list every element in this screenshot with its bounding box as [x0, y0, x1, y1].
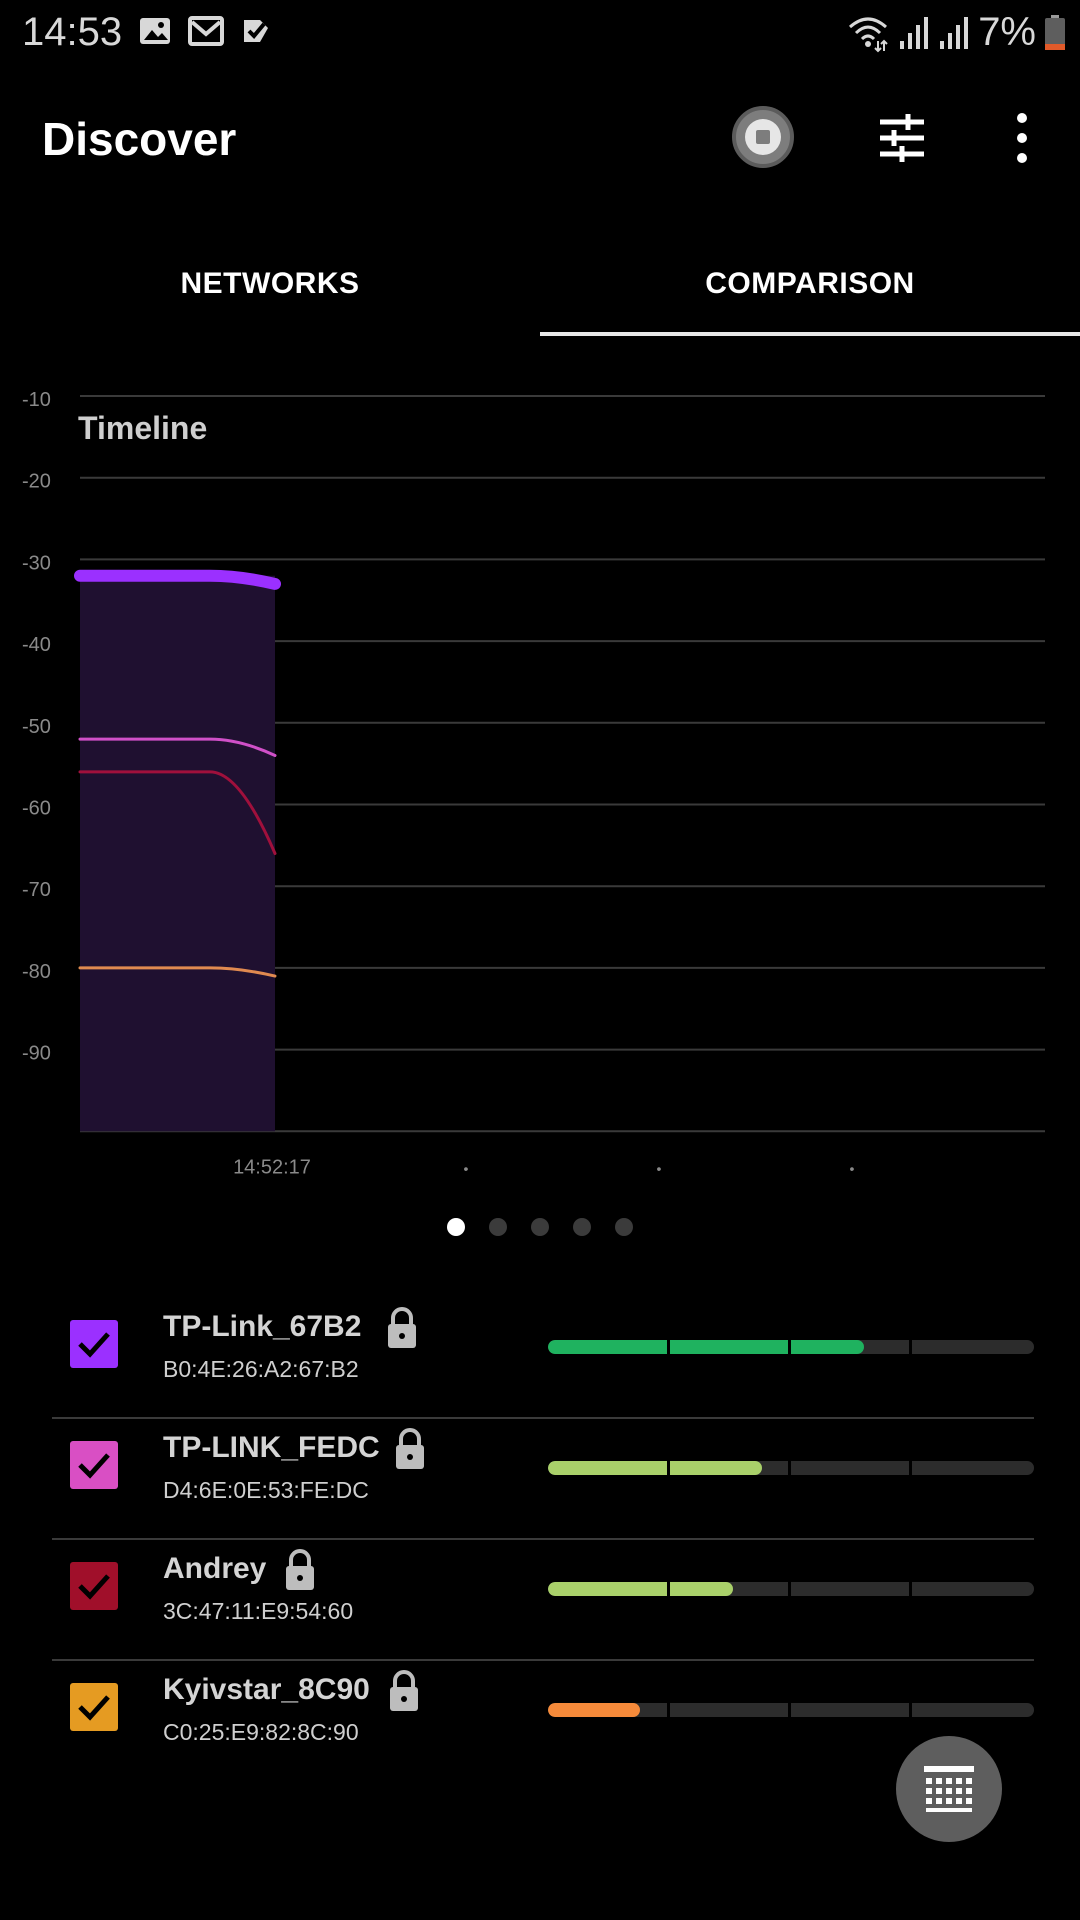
- page-dot[interactable]: [531, 1218, 549, 1236]
- battery-icon: [1045, 14, 1065, 50]
- status-system-icons: 7%: [846, 10, 1066, 55]
- lock-icon: [396, 1428, 424, 1469]
- network-mac: C0:25:E9:82:8C:90: [163, 1719, 359, 1745]
- status-bar: 14:53 7%: [0, 0, 1080, 64]
- battery-percent: 7%: [978, 10, 1036, 54]
- signal-icon: [900, 16, 929, 49]
- network-row[interactable]: Kyivstar_8C90 C0:25:E9:82:8C:90: [52, 1661, 1034, 1782]
- checkmark-icon: [78, 1574, 110, 1600]
- network-row[interactable]: TP-Link_67B2 B0:4E:26:A2:67:B2: [52, 1298, 1034, 1419]
- lock-icon: [286, 1549, 314, 1590]
- lock-icon: [390, 1670, 418, 1711]
- filter-icon[interactable]: [872, 108, 932, 168]
- tab-bar: NETWORKS COMPARISON: [0, 232, 1080, 336]
- chart-title: Timeline: [78, 410, 208, 446]
- y-tick-label: -90: [22, 1043, 51, 1065]
- page-title: Discover: [42, 113, 237, 165]
- more-vert-icon[interactable]: [1000, 108, 1044, 168]
- y-tick-label: -20: [22, 471, 51, 493]
- signal-strength-bar: [548, 1703, 1034, 1717]
- app-bar: Discover: [0, 90, 1080, 186]
- signal-strength-bar: [548, 1582, 1034, 1596]
- network-name: Andrey: [163, 1552, 267, 1585]
- selected-network-area: [80, 575, 275, 1132]
- x-tick-label: •: [657, 1160, 662, 1176]
- status-time: 14:53: [22, 10, 123, 54]
- y-tick-label: -40: [22, 634, 51, 656]
- status-notification-icons: [138, 14, 274, 48]
- y-tick-label: -30: [22, 552, 51, 574]
- keypad-icon: [924, 1766, 974, 1812]
- network-name: TP-LINK_FEDC: [163, 1431, 380, 1464]
- network-row[interactable]: TP-LINK_FEDC D4:6E:0E:53:FE:DC: [52, 1419, 1034, 1540]
- tab-comparison[interactable]: COMPARISON: [540, 232, 1080, 336]
- page-dot[interactable]: [615, 1218, 633, 1236]
- check-icon: [244, 20, 268, 42]
- signal-strength-bar: [548, 1461, 1034, 1475]
- x-tick-label: 14:52:17: [233, 1156, 311, 1178]
- signal-strength-bar: [548, 1340, 1034, 1354]
- network-mac: D4:6E:0E:53:FE:DC: [163, 1477, 369, 1503]
- network-checkbox[interactable]: [70, 1683, 118, 1731]
- signal-strength-fill: [548, 1340, 864, 1354]
- wifi-icon: [849, 17, 888, 52]
- keypad-fab-button[interactable]: [896, 1736, 1002, 1842]
- lock-icon: [388, 1307, 416, 1348]
- network-row[interactable]: Andrey 3C:47:11:E9:54:60: [52, 1540, 1034, 1661]
- x-tick-label: •: [850, 1160, 855, 1176]
- timeline-chart: -10 -20 -30 -40 -50 -60 -70 -80 -90 14:52:17 • • • T…: [0, 360, 1080, 1190]
- y-tick-label: -70: [22, 879, 51, 901]
- network-checkbox[interactable]: [70, 1562, 118, 1610]
- stop-scan-button[interactable]: [732, 106, 794, 168]
- network-name: TP-Link_67B2: [163, 1310, 362, 1343]
- checkmark-icon: [78, 1695, 110, 1721]
- page-dot[interactable]: [489, 1218, 507, 1236]
- page-dot[interactable]: [447, 1218, 465, 1236]
- checkmark-icon: [78, 1453, 110, 1479]
- network-mac: 3C:47:11:E9:54:60: [163, 1598, 354, 1624]
- image-icon: [140, 18, 170, 44]
- network-checkbox[interactable]: [70, 1320, 118, 1368]
- checkmark-icon: [78, 1332, 110, 1358]
- page-dot[interactable]: [573, 1218, 591, 1236]
- tab-networks[interactable]: NETWORKS: [0, 232, 540, 336]
- record-stop-icon: [745, 119, 781, 155]
- tab-indicator: [540, 332, 1080, 336]
- chart-canvas: -10 -20 -30 -40 -50 -60 -70 -80 -90 14:52:17 • • •: [22, 389, 1045, 1178]
- network-checkbox[interactable]: [70, 1441, 118, 1489]
- y-tick-label: -80: [22, 961, 51, 983]
- app-screen: 14:53 7% Discover NETWORKS COMPARISON -1…: [0, 0, 1080, 1920]
- signal-strength-fill: [548, 1582, 733, 1596]
- y-tick-label: -60: [22, 798, 51, 820]
- mail-icon: [188, 16, 224, 46]
- y-tick-label: -50: [22, 716, 51, 738]
- signal-strength-fill: [548, 1461, 762, 1475]
- network-list: TP-Link_67B2 B0:4E:26:A2:67:B2 TP-LINK_F…: [52, 1298, 1034, 1782]
- y-tick-label: -10: [22, 389, 51, 411]
- network-mac: B0:4E:26:A2:67:B2: [163, 1356, 359, 1382]
- x-tick-label: •: [464, 1160, 469, 1176]
- page-indicator: [0, 1218, 1080, 1242]
- signal-strength-fill: [548, 1703, 641, 1717]
- network-name: Kyivstar_8C90: [163, 1673, 370, 1706]
- signal-icon: [940, 16, 969, 49]
